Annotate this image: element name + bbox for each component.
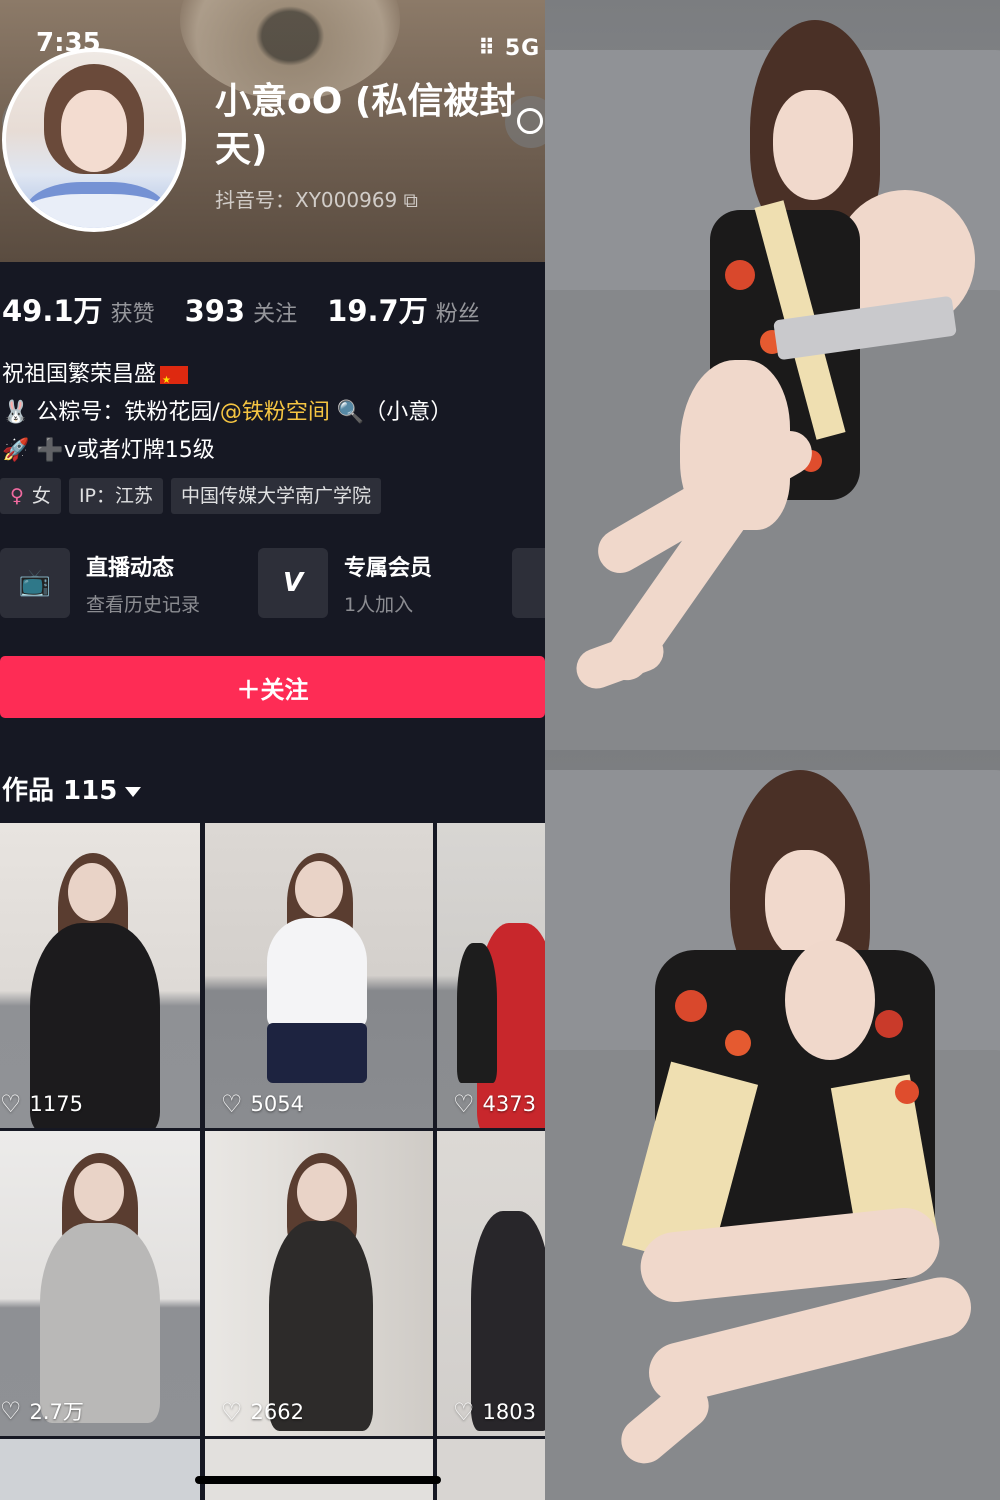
like-count: ♡ 4373	[453, 1090, 536, 1118]
video-thumbnail[interactable]	[205, 1439, 433, 1500]
female-icon: ♀	[10, 485, 24, 507]
video-thumbnail[interactable]	[437, 1439, 545, 1500]
tv-icon: 📺	[0, 548, 70, 618]
membership-card[interactable]: V 专属会员 1人加入	[258, 548, 432, 618]
video-thumbnail[interactable]: ♡ 4373	[437, 823, 545, 1128]
status-signal: ⠿ 5G	[478, 36, 541, 61]
heart-icon: ♡	[221, 1398, 243, 1426]
video-grid: ♡ 1175 ♡ 5054 ♡ 4373 ♡ 2.7万 ♡ 2662 ♡ 180…	[0, 823, 545, 1500]
video-thumbnail[interactable]: ♡ 2662	[205, 1131, 433, 1436]
follow-button[interactable]: ＋关注	[0, 656, 545, 718]
stat-likes[interactable]: 49.1万 获赞	[2, 288, 155, 330]
tag-gender: ♀ 女	[0, 478, 61, 514]
stat-following[interactable]: 393 关注	[185, 294, 298, 328]
video-thumbnail[interactable]: ♡ 5054	[205, 823, 433, 1128]
china-flag-icon	[160, 362, 189, 400]
like-count: ♡ 1803	[453, 1398, 536, 1426]
live-history-card[interactable]: 📺 直播动态 查看历史记录	[0, 548, 200, 618]
home-indicator	[195, 1476, 441, 1484]
heart-icon: ♡	[0, 1090, 22, 1118]
profile-bio: 祝祖国繁荣昌盛 🐰 公粽号：铁粉花园/@铁粉空间 🔍（小意） 🚀 ➕v或者灯牌1…	[2, 356, 452, 470]
caret-down-icon	[125, 786, 142, 797]
copy-icon[interactable]: ⧉	[404, 188, 418, 212]
profile-tags: ♀ 女 IP：江苏 中国传媒大学南广学院	[0, 478, 389, 514]
heart-icon: ♡	[0, 1397, 22, 1425]
video-thumbnail[interactable]: ♡ 1803	[437, 1131, 545, 1436]
chat-card[interactable]	[512, 548, 545, 618]
like-count: ♡ 2.7万	[0, 1397, 84, 1425]
like-count: ♡ 1175	[0, 1090, 83, 1118]
photo-bottom	[545, 750, 1000, 1500]
v-icon: V	[258, 548, 329, 618]
video-thumbnail[interactable]: ♡ 1175	[0, 823, 200, 1128]
heart-icon: ♡	[453, 1090, 475, 1118]
tag-school[interactable]: 中国传媒大学南广学院	[171, 478, 382, 514]
douyin-id[interactable]: 抖音号：XY000969 ⧉	[215, 184, 418, 213]
feature-cards: 📺 直播动态 查看历史记录 V 专属会员 1人加入	[0, 548, 490, 618]
profile-screen: 7:35 ⠿ 5G ‹ 小意oO (私信被封 天) 抖音号：XY000969 ⧉…	[0, 0, 545, 1500]
works-tab[interactable]: 作品 115	[2, 770, 142, 807]
profile-name: 小意oO (私信被封 天)	[215, 81, 516, 170]
heart-icon: ♡	[221, 1090, 243, 1118]
video-thumbnail[interactable]: ♡ 2.7万	[0, 1131, 200, 1436]
photo-column	[545, 0, 1000, 1500]
like-count: ♡ 5054	[221, 1090, 304, 1118]
video-thumbnail[interactable]	[0, 1439, 200, 1500]
profile-header: 7:35 ⠿ 5G ‹ 小意oO (私信被封 天) 抖音号：XY000969 ⧉	[0, 0, 545, 262]
like-count: ♡ 2662	[221, 1398, 304, 1426]
photo-top	[545, 0, 1000, 750]
tag-ip: IP：江苏	[68, 478, 163, 514]
profile-stats: 49.1万 获赞 393 关注 19.7万 粉丝	[2, 288, 510, 330]
mention-link[interactable]: @铁粉空间	[220, 400, 330, 425]
stat-followers[interactable]: 19.7万 粉丝	[327, 288, 480, 330]
heart-icon: ♡	[453, 1398, 475, 1426]
avatar[interactable]	[2, 48, 186, 232]
